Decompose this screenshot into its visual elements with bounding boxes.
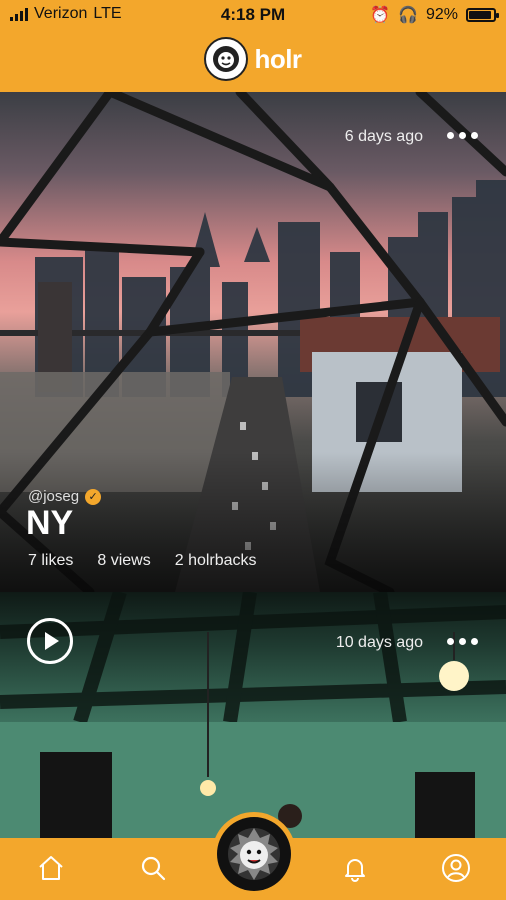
lion-logo-icon	[217, 817, 291, 891]
profile-icon[interactable]	[438, 850, 474, 886]
app-name: holr	[254, 43, 302, 74]
alarm-icon: ⏰	[370, 7, 391, 24]
post-time: 6 days ago	[344, 128, 423, 145]
play-button[interactable]	[27, 618, 73, 664]
feed-card[interactable]: 6 days ago @joseg ✓ NY 7 likes 8 views 2…	[0, 92, 506, 592]
search-icon[interactable]	[135, 850, 171, 886]
more-options-icon[interactable]	[447, 132, 478, 139]
feed-card[interactable]: 10 days ago	[0, 592, 506, 838]
post-author[interactable]: @joseg ✓	[28, 488, 102, 505]
headphones-icon: 🎧	[398, 7, 418, 24]
app-brand: holr	[0, 34, 506, 84]
username[interactable]: @joseg	[28, 488, 79, 505]
home-icon[interactable]	[33, 850, 69, 886]
post-stats: 7 likes 8 views 2 holrbacks	[28, 552, 257, 570]
post-time: 10 days ago	[335, 634, 423, 651]
top-bar: Verizon LTE 4:18 PM ⏰ 🎧 92% holr	[0, 0, 506, 92]
holrbacks-count[interactable]: 2 holrbacks	[175, 552, 257, 570]
battery-icon	[466, 8, 499, 22]
post-image	[0, 92, 506, 592]
status-bar: Verizon LTE 4:18 PM ⏰ 🎧 92%	[0, 0, 506, 30]
views-count: 8 views	[97, 552, 151, 569]
create-post-button[interactable]	[212, 812, 296, 896]
post-title: NY	[26, 504, 74, 542]
battery-percent: 92%	[425, 6, 458, 23]
status-right: ⏰ 🎧 92%	[370, 5, 499, 25]
bell-icon[interactable]	[337, 850, 373, 886]
more-options-icon[interactable]	[447, 638, 478, 645]
post-image	[0, 592, 506, 838]
lion-logo-icon	[204, 37, 249, 81]
likes-count[interactable]: 7 likes	[28, 552, 73, 570]
verified-badge-icon: ✓	[85, 488, 102, 505]
